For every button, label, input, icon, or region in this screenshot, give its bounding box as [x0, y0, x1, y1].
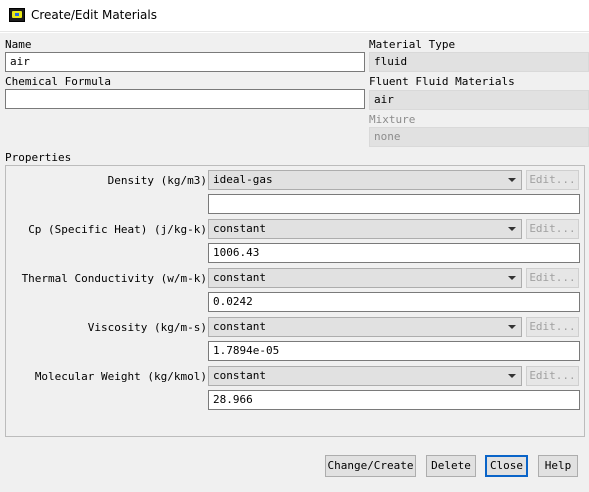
fluent-app-icon — [9, 8, 25, 22]
chevron-down-icon — [508, 325, 516, 329]
mixture-label: Mixture — [369, 113, 416, 126]
density-label: Density (kg/m3) — [107, 174, 207, 187]
name-field[interactable]: air — [5, 52, 365, 72]
cp-label: Cp (Specific Heat) (j/kg-k) — [28, 223, 207, 236]
help-button[interactable]: Help — [538, 455, 578, 477]
molecular-weight-value-field[interactable]: 28.966 — [208, 390, 580, 410]
viscosity-label: Viscosity (kg/m-s) — [87, 321, 207, 334]
thermal-conductivity-edit-button[interactable]: Edit... — [526, 268, 579, 288]
window-title: Create/Edit Materials — [31, 8, 157, 22]
cp-method-dropdown[interactable]: constant — [208, 219, 522, 239]
viscosity-edit-button[interactable]: Edit... — [526, 317, 579, 337]
delete-button[interactable]: Delete — [426, 455, 476, 477]
properties-group: Density (kg/m3) ideal-gas Edit... Cp (Sp… — [5, 165, 585, 437]
viscosity-method-value: constant — [213, 320, 266, 333]
chevron-down-icon — [508, 178, 516, 182]
chevron-down-icon — [508, 276, 516, 280]
change-create-button[interactable]: Change/Create — [325, 455, 416, 477]
cp-method-value: constant — [213, 222, 266, 235]
cp-value-field[interactable]: 1006.43 — [208, 243, 580, 263]
title-bar: Create/Edit Materials — [0, 0, 589, 32]
viscosity-method-dropdown[interactable]: constant — [208, 317, 522, 337]
close-button[interactable]: Close — [485, 455, 528, 477]
material-type-label: Material Type — [369, 38, 456, 51]
density-value-field[interactable] — [208, 194, 580, 214]
viscosity-value-field[interactable]: 1.7894e-05 — [208, 341, 580, 361]
thermal-conductivity-label: Thermal Conductivity (w/m-k) — [21, 272, 207, 285]
mixture-value: none — [369, 127, 589, 147]
material-type-value: fluid — [369, 52, 589, 72]
chevron-down-icon — [508, 374, 516, 378]
density-method-dropdown[interactable]: ideal-gas — [208, 170, 522, 190]
thermal-conductivity-value-field[interactable]: 0.0242 — [208, 292, 580, 312]
thermal-conductivity-method-dropdown[interactable]: constant — [208, 268, 522, 288]
properties-label: Properties — [5, 151, 72, 164]
cp-edit-button[interactable]: Edit... — [526, 219, 579, 239]
molecular-weight-method-dropdown[interactable]: constant — [208, 366, 522, 386]
molecular-weight-label: Molecular Weight (kg/kmol) — [34, 370, 207, 383]
molecular-weight-method-value: constant — [213, 369, 266, 382]
density-method-value: ideal-gas — [213, 173, 273, 186]
name-label: Name — [5, 38, 32, 51]
density-edit-button[interactable]: Edit... — [526, 170, 579, 190]
chevron-down-icon — [508, 227, 516, 231]
fluent-fluid-materials-label: Fluent Fluid Materials — [369, 75, 515, 88]
chemical-formula-field[interactable] — [5, 89, 365, 109]
molecular-weight-edit-button[interactable]: Edit... — [526, 366, 579, 386]
thermal-conductivity-method-value: constant — [213, 271, 266, 284]
fluent-fluid-materials-value: air — [369, 90, 589, 110]
dialog-body: Name air Chemical Formula Material Type … — [0, 33, 589, 492]
chemical-formula-label: Chemical Formula — [5, 75, 111, 88]
